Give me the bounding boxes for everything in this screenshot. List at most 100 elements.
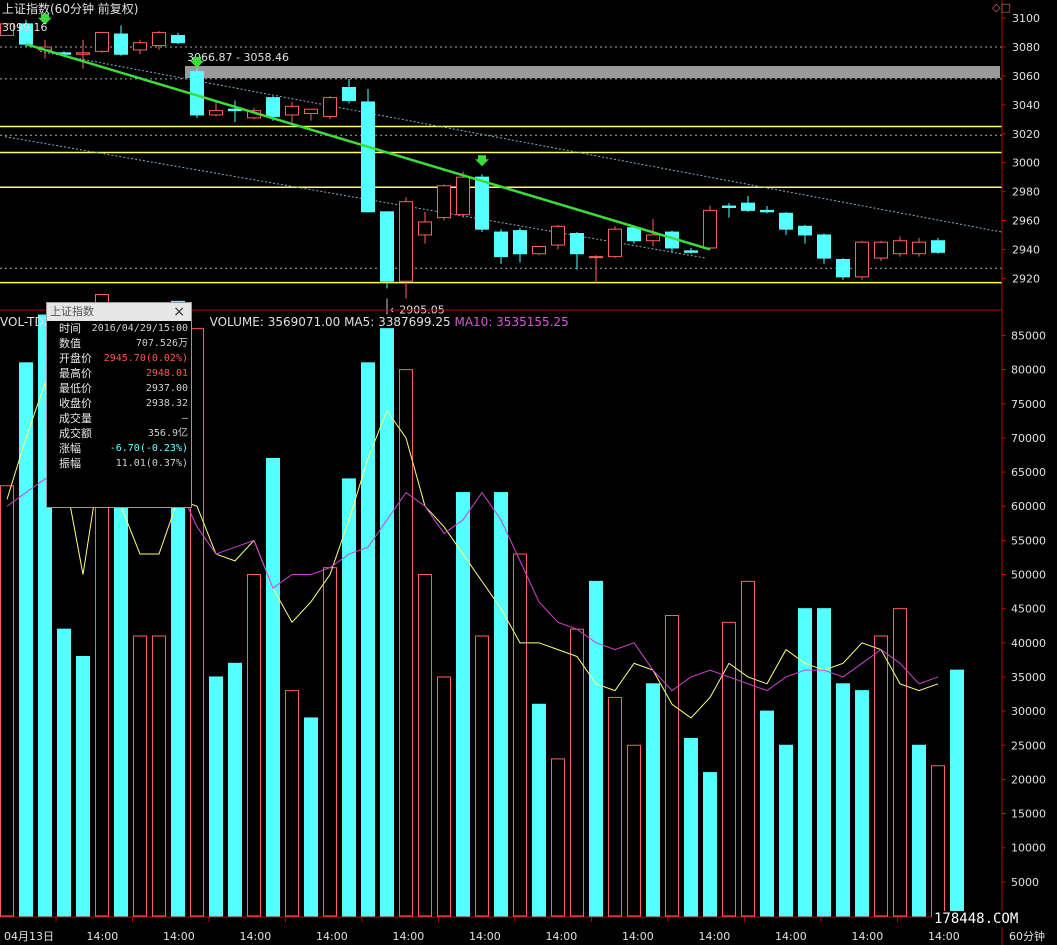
candle-body xyxy=(722,205,736,208)
info-row-value: 2948.01 xyxy=(145,368,188,379)
volume-tick-label: 55000 xyxy=(1011,534,1046,547)
volume-bar xyxy=(893,608,907,917)
candle-body xyxy=(380,211,394,282)
volume-bar xyxy=(874,635,888,917)
volume-tick-label: 25000 xyxy=(1011,739,1046,752)
info-row-key: 时间 xyxy=(59,322,81,335)
info-row: 振幅 11.01(0.37%) xyxy=(47,456,191,471)
candle-body xyxy=(589,256,603,259)
volume-bar xyxy=(76,655,90,917)
volume-bar xyxy=(817,608,831,917)
volume-bar xyxy=(342,478,356,917)
volume-bar xyxy=(760,710,774,917)
volume-tick-label: 10000 xyxy=(1011,842,1046,855)
volume-bar xyxy=(950,669,964,917)
ma5-value: MA5: 3387699.25 xyxy=(344,315,451,329)
price-range-band xyxy=(185,66,1000,79)
price-tick-label: 3080 xyxy=(1012,41,1040,54)
volume-tick-label: 75000 xyxy=(1011,398,1046,411)
candle-body xyxy=(133,42,147,51)
info-panel-rows: 时间 2016/04/29/15:00 数值 707.526万 开盘价 2945.70(0… xyxy=(47,321,191,471)
x-tick-label: 14:00 xyxy=(316,930,348,943)
volume-value: VOLUME: 3569071.00 xyxy=(209,315,341,329)
volume-bar xyxy=(285,690,299,917)
candle-body xyxy=(741,202,755,211)
volume-tick-label: 50000 xyxy=(1011,569,1046,582)
info-row-key: 最高价 xyxy=(59,367,92,380)
candle-body xyxy=(608,228,622,258)
info-row-key: 涨幅 xyxy=(59,442,81,455)
window-control-icons[interactable]: ◇□ xyxy=(992,1,1011,14)
info-panel-title: 上证指数 xyxy=(50,305,94,318)
volume-tick-label: 35000 xyxy=(1011,671,1046,684)
volume-bar xyxy=(456,492,470,917)
volume-bar xyxy=(741,580,755,917)
x-tick-label: 14:00 xyxy=(240,930,272,943)
info-row: 最低价 2937.00 xyxy=(47,381,191,396)
info-row: 涨幅 -6.70(-0.23%) xyxy=(47,441,191,456)
candle-body xyxy=(646,234,660,242)
price-tick-label: 2980 xyxy=(1012,186,1040,199)
info-row-key: 开盘价 xyxy=(59,352,92,365)
volume-bar xyxy=(114,492,128,917)
volume-bar xyxy=(608,696,622,917)
candle-body xyxy=(779,212,793,230)
x-tick-label: 14:00 xyxy=(469,930,501,943)
volume-bar xyxy=(418,574,432,917)
volume-bar xyxy=(57,628,71,917)
candle-body xyxy=(760,209,774,213)
candle-body xyxy=(817,234,831,259)
volume-bar xyxy=(399,369,413,917)
candle-body xyxy=(893,240,907,255)
x-tick-label: 14:00 xyxy=(393,930,425,943)
price-tick-label: 2940 xyxy=(1012,243,1040,256)
timeframe-label: 60分钟 xyxy=(1009,930,1045,943)
volume-bar xyxy=(247,574,261,917)
volume-bar xyxy=(627,744,641,917)
info-panel-header[interactable]: 上证指数 × xyxy=(47,303,191,321)
volume-bar xyxy=(931,765,945,917)
candle-body xyxy=(703,209,717,249)
volume-bar xyxy=(437,676,451,917)
candle-body xyxy=(266,97,280,117)
candle-body xyxy=(684,250,698,253)
volume-bar xyxy=(152,635,166,917)
volume-bar xyxy=(19,362,33,917)
info-row: 收盘价 2938.32 xyxy=(47,396,191,411)
info-row-key: 振幅 xyxy=(59,457,81,470)
candle-body xyxy=(76,52,90,55)
price-tick-label: 3000 xyxy=(1012,157,1040,170)
volume-bar xyxy=(684,737,698,917)
volume-tick-label: 30000 xyxy=(1011,705,1046,718)
candle-body xyxy=(912,241,926,255)
volume-bar xyxy=(304,717,318,917)
info-row: 时间 2016/04/29/15:00 xyxy=(47,321,191,336)
close-icon[interactable]: × xyxy=(173,303,185,321)
info-row-key: 收盘价 xyxy=(59,397,92,410)
candle-body xyxy=(418,221,432,236)
info-row: 最高价 2948.01 xyxy=(47,366,191,381)
info-row-value: 2938.32 xyxy=(145,398,188,409)
x-tick-label: 14:00 xyxy=(546,930,578,943)
info-row-value: 356.9亿 xyxy=(147,428,188,439)
candle-body xyxy=(95,32,109,52)
volume-tick-label: 15000 xyxy=(1011,808,1046,821)
x-tick-label: 14:00 xyxy=(852,930,884,943)
info-row-key: 数值 xyxy=(59,337,81,350)
info-row-value: 2016/04/29/15:00 xyxy=(91,323,188,334)
volume-bar xyxy=(190,328,204,917)
candle-body xyxy=(494,231,508,258)
info-row-value: -6.70(-0.23%) xyxy=(109,443,188,454)
volume-bar xyxy=(323,567,337,917)
price-tick-label: 3100 xyxy=(1012,12,1040,25)
info-panel[interactable]: 上证指数 × 时间 2016/04/29/15:00 数值 707.526万 开盘价 29… xyxy=(46,302,192,508)
volume-bar xyxy=(912,744,926,917)
info-row: 开盘价 2945.70(0.02%) xyxy=(47,351,191,366)
candle-body xyxy=(456,176,470,216)
volume-tick-label: 85000 xyxy=(1011,329,1046,342)
volume-bar xyxy=(133,635,147,917)
volume-bar xyxy=(855,690,869,917)
volume-bar xyxy=(532,703,546,917)
candle-body xyxy=(798,225,812,236)
candle-body xyxy=(513,230,527,255)
